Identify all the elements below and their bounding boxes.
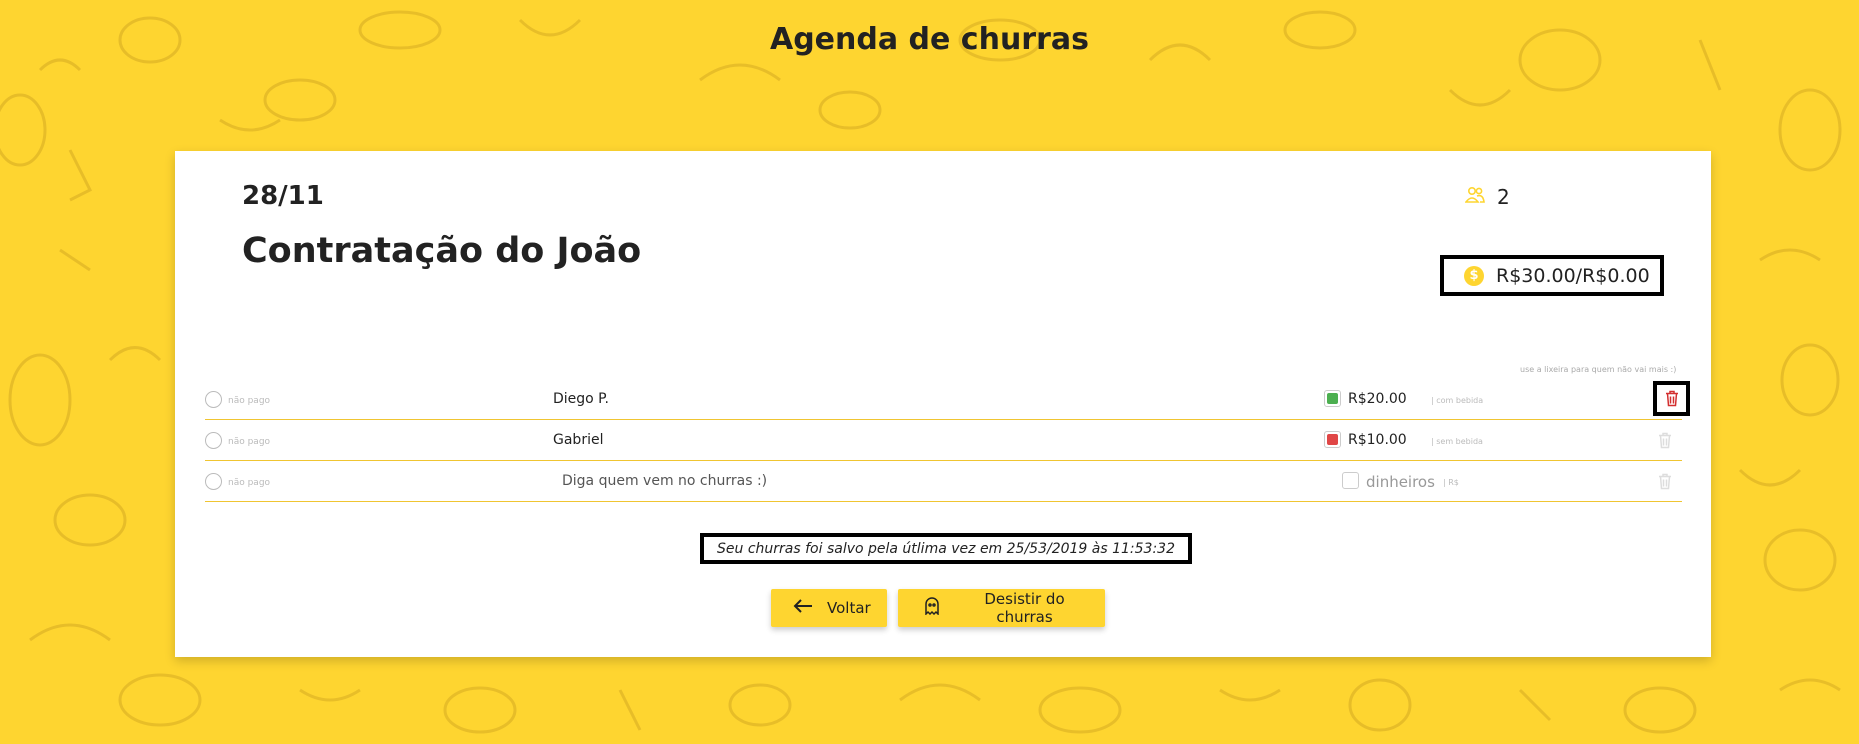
money-summary-text: R$30.00/R$0.00 xyxy=(1496,264,1650,287)
saved-message: Seu churras foi salvo pela útlima vez em… xyxy=(700,533,1192,564)
quit-button-label: Desistir do churras xyxy=(984,590,1065,626)
people-icon xyxy=(1464,186,1485,208)
event-card: 28/11 Contratação do João 2 $ R$30.00/R$… xyxy=(175,151,1711,657)
ghost-icon xyxy=(924,597,940,619)
participant-row: não pago Diego P. R$20.00 | com bebida xyxy=(205,379,1690,420)
drink-label: | com bebida xyxy=(1431,396,1484,405)
drink-checkbox[interactable] xyxy=(1342,472,1359,489)
trash-icon[interactable] xyxy=(1656,471,1674,491)
trash-icon[interactable] xyxy=(1653,381,1690,416)
arrow-left-icon xyxy=(793,598,813,618)
participant-amount[interactable]: R$10.00 xyxy=(1348,432,1407,448)
amount-input[interactable]: dinheiros xyxy=(1366,473,1435,491)
back-button[interactable]: Voltar xyxy=(771,589,887,627)
participant-name[interactable]: Diego P. xyxy=(553,391,609,407)
paid-radio[interactable] xyxy=(205,432,222,449)
new-participant-row: não pago Diga quem vem no churras :) din… xyxy=(205,461,1682,502)
event-date: 28/11 xyxy=(242,181,324,211)
currency-label: | R$ xyxy=(1443,478,1459,487)
drink-checkbox[interactable] xyxy=(1324,390,1341,407)
participant-amount[interactable]: R$20.00 xyxy=(1348,391,1407,407)
trash-hint: use a lixeira para quem não vai mais :) xyxy=(1520,365,1677,374)
paid-label: não pago xyxy=(228,396,271,406)
paid-label: não pago xyxy=(228,437,271,447)
trash-icon[interactable] xyxy=(1656,430,1674,450)
paid-radio[interactable] xyxy=(205,473,222,490)
people-count: 2 xyxy=(1497,185,1510,209)
paid-label: não pago xyxy=(228,478,271,488)
money-summary: $ R$30.00/R$0.00 xyxy=(1440,255,1664,296)
participant-name[interactable]: Gabriel xyxy=(553,432,603,448)
page-title: Agenda de churras xyxy=(769,22,1089,57)
action-buttons: Voltar Desistir do churras xyxy=(771,589,1105,627)
drink-label: | sem bebida xyxy=(1431,437,1483,446)
name-input[interactable]: Diga quem vem no churras :) xyxy=(562,473,767,489)
quit-button[interactable]: Desistir do churras xyxy=(898,589,1105,627)
dollar-coin-icon: $ xyxy=(1464,265,1484,286)
people-count-display: 2 xyxy=(1464,185,1510,209)
participants-list: não pago Diego P. R$20.00 | com bebida n… xyxy=(205,379,1690,502)
event-title: Contratação do João xyxy=(242,231,642,271)
paid-radio[interactable] xyxy=(205,391,222,408)
drink-checkbox[interactable] xyxy=(1324,431,1341,448)
participant-row: não pago Gabriel R$10.00 | sem bebida xyxy=(205,420,1682,461)
back-button-label: Voltar xyxy=(827,599,871,617)
